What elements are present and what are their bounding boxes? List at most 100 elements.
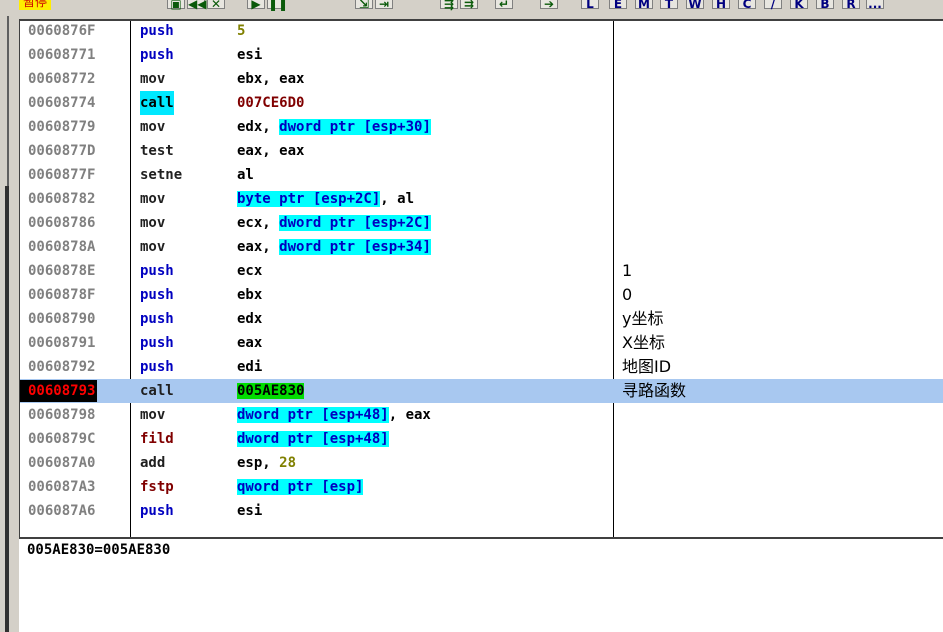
operands-cell: eax bbox=[237, 331, 262, 355]
address-cell: 00608782 bbox=[28, 191, 96, 207]
operands-cell: esi bbox=[237, 43, 262, 67]
threads-window-button[interactable]: T bbox=[660, 0, 678, 11]
mnemonic-cell: add bbox=[140, 455, 166, 471]
operand-part: 28 bbox=[279, 455, 297, 471]
comment-cell: y坐标 bbox=[622, 309, 664, 328]
disasm-row[interactable]: 006087A0 add esp, 28 bbox=[20, 451, 943, 475]
disasm-row[interactable]: 0060877F setne al bbox=[20, 163, 943, 187]
cpu-window-button[interactable]: C bbox=[738, 0, 756, 11]
trace-over-icon[interactable]: ⇉ bbox=[460, 0, 478, 11]
address-cell: 006087A3 bbox=[28, 479, 96, 495]
pause-icon[interactable]: ❚❚ bbox=[267, 0, 288, 11]
address-cell: 00608790 bbox=[28, 311, 96, 327]
address-cell: 0060878F bbox=[28, 287, 96, 303]
operand-part: esi bbox=[237, 503, 263, 519]
operands-cell: byte ptr [esp+2C], al bbox=[237, 187, 414, 211]
execute-till-return-icon[interactable]: ↵ bbox=[495, 0, 513, 11]
disasm-row[interactable]: 0060879C fild dword ptr [esp+48] bbox=[20, 427, 943, 451]
windows-window-button[interactable]: W bbox=[686, 0, 704, 11]
mnemonic-cell: mov bbox=[140, 239, 166, 255]
comment-cell: 0 bbox=[622, 285, 633, 304]
disasm-row[interactable]: 00608793 call 005AE830 寻路函数 bbox=[20, 379, 943, 403]
mnemonic-cell: push bbox=[140, 503, 174, 519]
operand-part: dword ptr [esp+48] bbox=[237, 431, 389, 447]
breakpoints-window-button[interactable]: B bbox=[816, 0, 834, 11]
call-stack-window-button[interactable]: K bbox=[790, 0, 808, 11]
mnemonic-cell: push bbox=[140, 359, 174, 375]
disasm-row[interactable]: 00608782 mov byte ptr [esp+2C], al bbox=[20, 187, 943, 211]
run-icon[interactable]: ▶ bbox=[247, 0, 265, 11]
trace-into-icon[interactable]: ⇶ bbox=[440, 0, 458, 11]
goto-icon[interactable]: ➔ bbox=[540, 0, 558, 11]
operands-cell: esp, 28 bbox=[237, 451, 296, 475]
restart-icon[interactable]: ◀◀ bbox=[187, 0, 206, 11]
disasm-row[interactable]: 00608786 mov ecx, dword ptr [esp+2C] bbox=[20, 211, 943, 235]
mnemonic-cell: call bbox=[140, 91, 174, 115]
address-cell: 00608791 bbox=[28, 335, 96, 351]
mnemonic-cell: mov bbox=[140, 191, 166, 207]
mnemonic-cell: push bbox=[140, 311, 174, 327]
vertical-scrollbar[interactable] bbox=[5, 186, 9, 632]
address-cell: 0060877F bbox=[28, 167, 96, 183]
disasm-row[interactable]: 0060877D test eax, eax bbox=[20, 139, 943, 163]
operand-part: 005AE830 bbox=[237, 383, 305, 399]
address-cell: 00608771 bbox=[28, 47, 96, 63]
memory-window-button[interactable]: M bbox=[635, 0, 653, 11]
disasm-row[interactable]: 0060876F push 5 bbox=[20, 21, 943, 43]
handles-window-button[interactable]: H bbox=[712, 0, 730, 11]
address-cell: 0060879C bbox=[28, 431, 96, 447]
operand-part: 5 bbox=[237, 23, 246, 39]
comment-cell: X坐标 bbox=[622, 333, 665, 352]
operand-part: esp, bbox=[237, 455, 280, 471]
log-window-button[interactable]: L bbox=[581, 0, 599, 11]
disasm-row[interactable]: 00608779 mov edx, dword ptr [esp+30] bbox=[20, 115, 943, 139]
toolbar: 暂停 ▣ ◀◀ ✕ ▶ ❚❚ ⇲ ⇥ ⇶ ⇉ ↵ ➔ L E M T W H C… bbox=[0, 0, 943, 16]
disasm-row[interactable]: 00608774 call 007CE6D0 bbox=[20, 91, 943, 115]
address-cell: 0060878A bbox=[28, 239, 96, 255]
address-cell: 006087A6 bbox=[28, 503, 96, 519]
open-icon[interactable]: ▣ bbox=[167, 0, 185, 11]
references-window-button[interactable]: R bbox=[842, 0, 860, 11]
address-cell: 00608772 bbox=[28, 71, 96, 87]
address-cell: 00608798 bbox=[28, 407, 96, 423]
operand-part: 007CE6D0 bbox=[237, 95, 305, 111]
operands-cell: ebx bbox=[237, 283, 262, 307]
mnemonic-cell: push bbox=[140, 335, 174, 351]
disasm-row[interactable]: 00608771 push esi bbox=[20, 43, 943, 67]
operand-part: eax bbox=[237, 335, 263, 351]
patches-window-button[interactable]: / bbox=[764, 0, 782, 11]
disasm-row[interactable]: 00608790 push edx y坐标 bbox=[20, 307, 943, 331]
modules-window-button[interactable]: E bbox=[609, 0, 627, 11]
disasm-row[interactable]: 006087A6 push esi bbox=[20, 499, 943, 523]
operands-cell: dword ptr [esp+48], eax bbox=[237, 403, 431, 427]
mnemonic-cell: push bbox=[140, 23, 174, 39]
disasm-row[interactable]: 0060878A mov eax, dword ptr [esp+34] bbox=[20, 235, 943, 259]
close-icon[interactable]: ✕ bbox=[207, 0, 225, 11]
address-cell: 00608792 bbox=[28, 359, 96, 375]
mnemonic-cell: test bbox=[140, 143, 174, 159]
disasm-row[interactable]: 00608791 push eax X坐标 bbox=[20, 331, 943, 355]
operands-cell: eax, dword ptr [esp+34] bbox=[237, 235, 431, 259]
disasm-row[interactable]: 00608772 mov ebx, eax bbox=[20, 67, 943, 91]
operand-part: dword ptr [esp+2C] bbox=[279, 215, 431, 231]
mnemonic-cell: fild bbox=[140, 431, 174, 447]
disasm-row[interactable]: 0060878F push ebx 0 bbox=[20, 283, 943, 307]
step-into-icon[interactable]: ⇲ bbox=[355, 0, 373, 11]
operand-part: edx bbox=[237, 311, 263, 327]
step-over-icon[interactable]: ⇥ bbox=[375, 0, 393, 11]
address-cell: 00608774 bbox=[28, 95, 96, 111]
more-window-button[interactable]: ... bbox=[866, 0, 884, 11]
address-cell: 0060876F bbox=[28, 23, 96, 39]
disasm-row[interactable]: 00608798 mov dword ptr [esp+48], eax bbox=[20, 403, 943, 427]
disassembly-pane[interactable]: 0060876F push 5 00608771 push esi 00608772 mov e… bbox=[19, 19, 943, 537]
operands-cell: edx, dword ptr [esp+30] bbox=[237, 115, 431, 139]
operand-part: , al bbox=[380, 191, 415, 207]
operands-cell: dword ptr [esp+48] bbox=[237, 427, 389, 451]
disasm-row[interactable]: 00608792 push edi 地图ID bbox=[20, 355, 943, 379]
operand-part: , eax bbox=[388, 407, 431, 423]
operands-cell: edx bbox=[237, 307, 262, 331]
disasm-row[interactable]: 006087A3 fstp qword ptr [esp] bbox=[20, 475, 943, 499]
comment-cell: 寻路函数 bbox=[622, 381, 687, 400]
mnemonic-cell: mov bbox=[140, 71, 166, 87]
disasm-row[interactable]: 0060878E push ecx 1 bbox=[20, 259, 943, 283]
